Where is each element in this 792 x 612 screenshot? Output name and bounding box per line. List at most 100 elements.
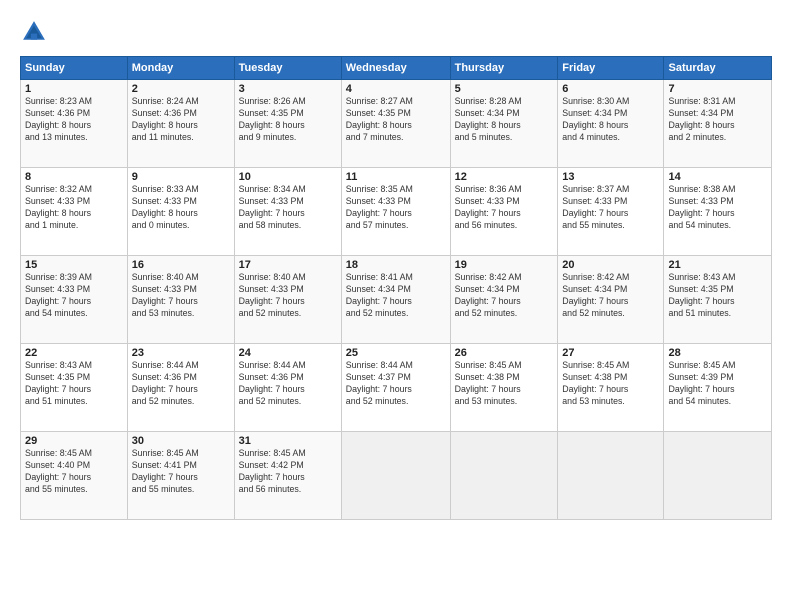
calendar-day-8: 8Sunrise: 8:32 AMSunset: 4:33 PMDaylight…	[21, 168, 128, 256]
calendar-header-wednesday: Wednesday	[341, 57, 450, 80]
day-info: Sunrise: 8:41 AMSunset: 4:34 PMDaylight:…	[346, 272, 446, 320]
day-num: 22	[25, 347, 123, 359]
day-num: 20	[562, 259, 659, 271]
day-num: 7	[668, 83, 767, 95]
day-info: Sunrise: 8:45 AMSunset: 4:39 PMDaylight:…	[668, 360, 767, 408]
calendar-day-empty	[664, 432, 772, 520]
calendar-header-friday: Friday	[558, 57, 664, 80]
day-info: Sunrise: 8:39 AMSunset: 4:33 PMDaylight:…	[25, 272, 123, 320]
day-num: 26	[455, 347, 554, 359]
calendar-day-17: 17Sunrise: 8:40 AMSunset: 4:33 PMDayligh…	[234, 256, 341, 344]
day-num: 4	[346, 83, 446, 95]
day-info: Sunrise: 8:40 AMSunset: 4:33 PMDaylight:…	[132, 272, 230, 320]
calendar-day-11: 11Sunrise: 8:35 AMSunset: 4:33 PMDayligh…	[341, 168, 450, 256]
day-num: 12	[455, 171, 554, 183]
calendar-day-empty	[341, 432, 450, 520]
day-info: Sunrise: 8:31 AMSunset: 4:34 PMDaylight:…	[668, 96, 767, 144]
calendar-day-24: 24Sunrise: 8:44 AMSunset: 4:36 PMDayligh…	[234, 344, 341, 432]
calendar-day-9: 9Sunrise: 8:33 AMSunset: 4:33 PMDaylight…	[127, 168, 234, 256]
day-info: Sunrise: 8:30 AMSunset: 4:34 PMDaylight:…	[562, 96, 659, 144]
calendar-header-thursday: Thursday	[450, 57, 558, 80]
calendar-week-5: 29Sunrise: 8:45 AMSunset: 4:40 PMDayligh…	[21, 432, 772, 520]
calendar-header-sunday: Sunday	[21, 57, 128, 80]
day-num: 28	[668, 347, 767, 359]
day-num: 21	[668, 259, 767, 271]
day-info: Sunrise: 8:32 AMSunset: 4:33 PMDaylight:…	[25, 184, 123, 232]
calendar-day-empty	[558, 432, 664, 520]
day-info: Sunrise: 8:45 AMSunset: 4:38 PMDaylight:…	[562, 360, 659, 408]
day-info: Sunrise: 8:45 AMSunset: 4:40 PMDaylight:…	[25, 448, 123, 496]
calendar-day-28: 28Sunrise: 8:45 AMSunset: 4:39 PMDayligh…	[664, 344, 772, 432]
day-info: Sunrise: 8:35 AMSunset: 4:33 PMDaylight:…	[346, 184, 446, 232]
day-num: 1	[25, 83, 123, 95]
day-info: Sunrise: 8:24 AMSunset: 4:36 PMDaylight:…	[132, 96, 230, 144]
day-info: Sunrise: 8:27 AMSunset: 4:35 PMDaylight:…	[346, 96, 446, 144]
calendar-day-14: 14Sunrise: 8:38 AMSunset: 4:33 PMDayligh…	[664, 168, 772, 256]
calendar-table: SundayMondayTuesdayWednesdayThursdayFrid…	[20, 56, 772, 520]
calendar-header-tuesday: Tuesday	[234, 57, 341, 80]
calendar-header-saturday: Saturday	[664, 57, 772, 80]
day-info: Sunrise: 8:23 AMSunset: 4:36 PMDaylight:…	[25, 96, 123, 144]
day-num: 8	[25, 171, 123, 183]
calendar-day-6: 6Sunrise: 8:30 AMSunset: 4:34 PMDaylight…	[558, 80, 664, 168]
day-num: 10	[239, 171, 337, 183]
calendar-day-4: 4Sunrise: 8:27 AMSunset: 4:35 PMDaylight…	[341, 80, 450, 168]
calendar-day-3: 3Sunrise: 8:26 AMSunset: 4:35 PMDaylight…	[234, 80, 341, 168]
calendar-day-13: 13Sunrise: 8:37 AMSunset: 4:33 PMDayligh…	[558, 168, 664, 256]
day-num: 13	[562, 171, 659, 183]
calendar-day-19: 19Sunrise: 8:42 AMSunset: 4:34 PMDayligh…	[450, 256, 558, 344]
day-num: 5	[455, 83, 554, 95]
calendar-day-21: 21Sunrise: 8:43 AMSunset: 4:35 PMDayligh…	[664, 256, 772, 344]
calendar-week-2: 8Sunrise: 8:32 AMSunset: 4:33 PMDaylight…	[21, 168, 772, 256]
day-info: Sunrise: 8:38 AMSunset: 4:33 PMDaylight:…	[668, 184, 767, 232]
calendar-day-empty	[450, 432, 558, 520]
day-info: Sunrise: 8:42 AMSunset: 4:34 PMDaylight:…	[455, 272, 554, 320]
day-info: Sunrise: 8:34 AMSunset: 4:33 PMDaylight:…	[239, 184, 337, 232]
day-info: Sunrise: 8:44 AMSunset: 4:37 PMDaylight:…	[346, 360, 446, 408]
logo-icon	[20, 18, 48, 46]
logo	[20, 18, 52, 46]
day-num: 23	[132, 347, 230, 359]
day-num: 19	[455, 259, 554, 271]
day-num: 29	[25, 435, 123, 447]
calendar-week-3: 15Sunrise: 8:39 AMSunset: 4:33 PMDayligh…	[21, 256, 772, 344]
day-num: 16	[132, 259, 230, 271]
day-num: 30	[132, 435, 230, 447]
day-info: Sunrise: 8:44 AMSunset: 4:36 PMDaylight:…	[239, 360, 337, 408]
calendar-week-1: 1Sunrise: 8:23 AMSunset: 4:36 PMDaylight…	[21, 80, 772, 168]
calendar-header-monday: Monday	[127, 57, 234, 80]
day-info: Sunrise: 8:36 AMSunset: 4:33 PMDaylight:…	[455, 184, 554, 232]
day-info: Sunrise: 8:33 AMSunset: 4:33 PMDaylight:…	[132, 184, 230, 232]
day-info: Sunrise: 8:42 AMSunset: 4:34 PMDaylight:…	[562, 272, 659, 320]
calendar-day-23: 23Sunrise: 8:44 AMSunset: 4:36 PMDayligh…	[127, 344, 234, 432]
day-num: 17	[239, 259, 337, 271]
calendar-day-18: 18Sunrise: 8:41 AMSunset: 4:34 PMDayligh…	[341, 256, 450, 344]
day-info: Sunrise: 8:26 AMSunset: 4:35 PMDaylight:…	[239, 96, 337, 144]
header	[20, 18, 772, 46]
calendar-day-7: 7Sunrise: 8:31 AMSunset: 4:34 PMDaylight…	[664, 80, 772, 168]
calendar-day-27: 27Sunrise: 8:45 AMSunset: 4:38 PMDayligh…	[558, 344, 664, 432]
calendar-day-2: 2Sunrise: 8:24 AMSunset: 4:36 PMDaylight…	[127, 80, 234, 168]
calendar-week-4: 22Sunrise: 8:43 AMSunset: 4:35 PMDayligh…	[21, 344, 772, 432]
day-info: Sunrise: 8:44 AMSunset: 4:36 PMDaylight:…	[132, 360, 230, 408]
calendar-day-5: 5Sunrise: 8:28 AMSunset: 4:34 PMDaylight…	[450, 80, 558, 168]
day-num: 6	[562, 83, 659, 95]
day-info: Sunrise: 8:45 AMSunset: 4:42 PMDaylight:…	[239, 448, 337, 496]
day-info: Sunrise: 8:43 AMSunset: 4:35 PMDaylight:…	[668, 272, 767, 320]
day-num: 14	[668, 171, 767, 183]
day-num: 27	[562, 347, 659, 359]
day-num: 31	[239, 435, 337, 447]
day-info: Sunrise: 8:45 AMSunset: 4:38 PMDaylight:…	[455, 360, 554, 408]
day-info: Sunrise: 8:28 AMSunset: 4:34 PMDaylight:…	[455, 96, 554, 144]
day-num: 24	[239, 347, 337, 359]
day-num: 18	[346, 259, 446, 271]
page: SundayMondayTuesdayWednesdayThursdayFrid…	[0, 0, 792, 612]
calendar-day-10: 10Sunrise: 8:34 AMSunset: 4:33 PMDayligh…	[234, 168, 341, 256]
day-info: Sunrise: 8:43 AMSunset: 4:35 PMDaylight:…	[25, 360, 123, 408]
calendar-day-31: 31Sunrise: 8:45 AMSunset: 4:42 PMDayligh…	[234, 432, 341, 520]
day-num: 11	[346, 171, 446, 183]
calendar-day-20: 20Sunrise: 8:42 AMSunset: 4:34 PMDayligh…	[558, 256, 664, 344]
day-info: Sunrise: 8:45 AMSunset: 4:41 PMDaylight:…	[132, 448, 230, 496]
calendar-day-15: 15Sunrise: 8:39 AMSunset: 4:33 PMDayligh…	[21, 256, 128, 344]
calendar-day-26: 26Sunrise: 8:45 AMSunset: 4:38 PMDayligh…	[450, 344, 558, 432]
